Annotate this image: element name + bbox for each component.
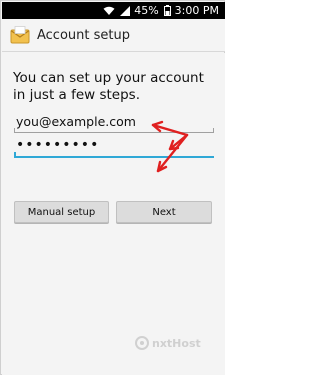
- manual-setup-button[interactable]: Manual setup: [14, 201, 109, 223]
- wifi-icon: [103, 6, 115, 16]
- clock-time: 3:00 PM: [174, 4, 219, 17]
- logo-icon: [135, 336, 149, 350]
- watermark-text: nxtHost: [152, 336, 201, 350]
- action-bar: Account setup: [2, 19, 225, 52]
- battery-percent: 45%: [134, 4, 159, 17]
- email-value: you@example.com: [16, 114, 136, 129]
- screen-frame: 45% 3:00 PM Account setup You can set up…: [0, 0, 225, 375]
- account-setup-content: You can set up your account in just a fe…: [2, 53, 225, 375]
- battery-icon: [163, 5, 171, 16]
- next-button[interactable]: Next: [116, 201, 212, 223]
- email-field[interactable]: you@example.com: [14, 111, 214, 133]
- password-value: •••••••••: [16, 137, 100, 153]
- intro-text: You can set up your account in just a fe…: [13, 70, 204, 103]
- signal-icon: [120, 5, 131, 16]
- email-envelope-icon[interactable]: [9, 24, 31, 46]
- watermark: nxtHost: [135, 334, 225, 352]
- status-bar: 45% 3:00 PM: [2, 2, 225, 19]
- password-field[interactable]: •••••••••: [14, 136, 214, 158]
- page-title: Account setup: [37, 27, 130, 43]
